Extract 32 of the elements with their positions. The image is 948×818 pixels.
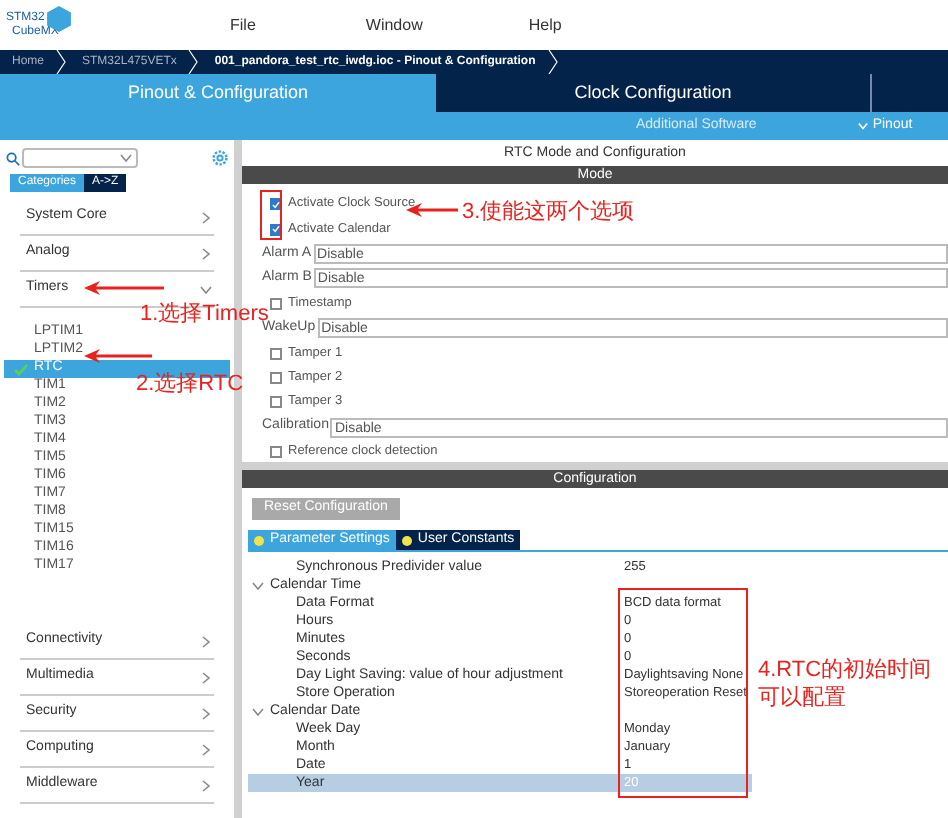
chevron-right-icon	[200, 671, 212, 683]
chevron-down-icon	[858, 122, 869, 130]
chevron-right-icon	[200, 707, 212, 719]
chevron-right-icon	[200, 247, 212, 259]
menu-item[interactable]: Help	[528, 13, 562, 37]
menu-item[interactable]: File	[230, 13, 256, 37]
checkbox[interactable]	[270, 347, 282, 360]
annotation-arrow	[84, 348, 152, 364]
chevron-down-icon	[120, 152, 132, 164]
annotation-arrow	[84, 280, 164, 296]
menu-item[interactable]: Window	[365, 13, 423, 37]
chevron-right-icon	[200, 743, 212, 755]
checkbox[interactable]	[270, 297, 282, 310]
chevron-down-icon	[252, 579, 264, 591]
settings-icon[interactable]	[212, 150, 228, 166]
search-field[interactable]	[22, 148, 138, 168]
chevron-down-icon	[252, 705, 264, 717]
highlight-frame	[260, 190, 282, 240]
search-icon	[6, 151, 20, 165]
chevron-right-icon	[200, 635, 212, 647]
checkbox[interactable]	[270, 446, 282, 459]
checkbox[interactable]	[270, 371, 282, 384]
chevron-right-icon	[188, 50, 199, 74]
chevron-right-icon	[200, 779, 212, 791]
annotation-note: 4.RTC的初始时间可以配置	[758, 656, 934, 712]
annotation-note: 2.选择RTC	[136, 372, 244, 396]
chevron-right-icon	[547, 50, 558, 74]
chevron-right-icon	[200, 211, 212, 223]
checkbox[interactable]	[270, 396, 282, 409]
annotation-note: 3.使能这两个选项	[462, 197, 635, 228]
chevron-down-icon	[200, 283, 212, 295]
chevron-right-icon	[56, 50, 67, 74]
